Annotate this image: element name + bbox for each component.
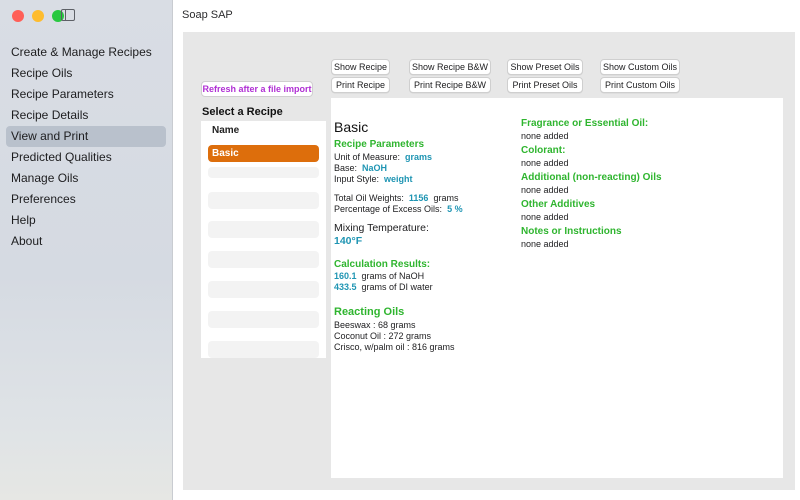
list-header-name: Name — [212, 125, 240, 136]
list-item-empty — [208, 251, 319, 268]
colorant-value: none added — [521, 158, 569, 168]
close-window-button[interactable] — [12, 10, 24, 22]
oil-line-coconut: Coconut Oil : 272 grams — [334, 331, 432, 341]
fragrance-value: none added — [521, 131, 569, 141]
sidebar-nav: Create & Manage Recipes Recipe Oils Reci… — [6, 42, 166, 252]
titlebar: Soap SAP — [173, 0, 800, 31]
list-item-basic[interactable]: Basic — [208, 145, 319, 162]
show-recipe-bw-button[interactable]: Show Recipe B&W — [409, 59, 491, 75]
select-recipe-label: Select a Recipe — [202, 106, 283, 118]
minimize-window-button[interactable] — [32, 10, 44, 22]
total-oil-line: Total Oil Weights: 1156 grams — [334, 193, 458, 203]
fragrance-heading: Fragrance or Essential Oil: — [521, 118, 649, 129]
sidebar-item-help[interactable]: Help — [6, 210, 166, 231]
input-style-value: weight — [384, 174, 413, 184]
oil-line-beeswax: Beeswax : 68 grams — [334, 320, 416, 330]
water-value: 433.5 — [334, 282, 357, 292]
sidebar: Create & Manage Recipes Recipe Oils Reci… — [0, 0, 173, 500]
additional-oils-heading: Additional (non-reacting) Oils — [521, 172, 662, 183]
notes-value: none added — [521, 239, 569, 249]
sidebar-item-recipe-details[interactable]: Recipe Details — [6, 105, 166, 126]
recipe-parameters-heading: Recipe Parameters — [334, 139, 425, 150]
sidebar-item-about[interactable]: About — [6, 231, 166, 252]
content-area: Refresh after a file import Select a Rec… — [183, 32, 795, 490]
sidebar-toggle-icon[interactable] — [61, 9, 75, 21]
window-title: Soap SAP — [182, 9, 233, 21]
list-item-empty — [208, 221, 319, 238]
other-additives-heading: Other Additives — [521, 199, 596, 210]
list-item-empty — [208, 341, 319, 358]
notes-heading: Notes or Instructions — [521, 226, 622, 237]
unit-value: grams — [405, 152, 433, 162]
recipe-title: Basic — [334, 119, 369, 135]
sidebar-item-manage-oils[interactable]: Manage Oils — [6, 168, 166, 189]
main-window: Soap SAP Refresh after a file import Sel… — [173, 0, 800, 500]
lye-line: 160.1 grams of NaOH — [334, 271, 424, 281]
print-recipe-button[interactable]: Print Recipe — [331, 77, 390, 93]
total-oil-label: Total Oil Weights: — [334, 193, 404, 203]
list-item-empty — [208, 167, 319, 178]
base-line: Base: NaOH — [334, 163, 387, 173]
show-custom-oils-button[interactable]: Show Custom Oils — [600, 59, 680, 75]
recipe-preview-panel: Basic Recipe Parameters Unit of Measure:… — [331, 98, 783, 478]
mixing-temp-value: 140°F — [334, 235, 363, 247]
mixing-temp-label: Mixing Temperature: — [334, 222, 429, 234]
total-oil-unit: grams — [433, 193, 459, 203]
refresh-button[interactable]: Refresh after a file import — [201, 81, 313, 97]
lye-text: grams of NaOH — [361, 271, 425, 281]
water-line: 433.5 grams of DI water — [334, 282, 433, 292]
colorant-heading: Colorant: — [521, 145, 566, 156]
recipe-list[interactable]: Name Basic — [201, 121, 326, 358]
excess-oil-value: 5 % — [447, 204, 463, 214]
input-style-line: Input Style: weight — [334, 174, 413, 184]
calculation-results-heading: Calculation Results: — [334, 259, 431, 270]
base-value: NaOH — [362, 163, 388, 173]
sidebar-item-view-and-print[interactable]: View and Print — [6, 126, 166, 147]
list-item-empty — [208, 281, 319, 298]
other-additives-value: none added — [521, 212, 569, 222]
lye-value: 160.1 — [334, 271, 357, 281]
unit-label: Unit of Measure: — [334, 152, 401, 162]
show-preset-oils-button[interactable]: Show Preset Oils — [507, 59, 583, 75]
sidebar-item-preferences[interactable]: Preferences — [6, 189, 166, 210]
water-text: grams of DI water — [361, 282, 433, 292]
print-custom-oils-button[interactable]: Print Custom Oils — [600, 77, 680, 93]
list-item-empty — [208, 192, 319, 209]
excess-oil-label: Percentage of Excess Oils: — [334, 204, 443, 214]
input-style-label: Input Style: — [334, 174, 380, 184]
oil-line-crisco: Crisco, w/palm oil : 816 grams — [334, 342, 455, 352]
additional-oils-value: none added — [521, 185, 569, 195]
sidebar-item-create-manage-recipes[interactable]: Create & Manage Recipes — [6, 42, 166, 63]
list-item-empty — [208, 311, 319, 328]
excess-oil-line: Percentage of Excess Oils: 5 % — [334, 204, 463, 214]
window-controls — [12, 10, 64, 22]
total-oil-value: 1156 — [408, 193, 429, 203]
reacting-oils-heading: Reacting Oils — [334, 306, 405, 318]
sidebar-item-recipe-oils[interactable]: Recipe Oils — [6, 63, 166, 84]
unit-line: Unit of Measure: grams — [334, 152, 432, 162]
base-label: Base: — [334, 163, 358, 173]
show-recipe-button[interactable]: Show Recipe — [331, 59, 390, 75]
sidebar-item-predicted-qualities[interactable]: Predicted Qualities — [6, 147, 166, 168]
print-preset-oils-button[interactable]: Print Preset Oils — [507, 77, 583, 93]
sidebar-item-recipe-parameters[interactable]: Recipe Parameters — [6, 84, 166, 105]
print-recipe-bw-button[interactable]: Print Recipe B&W — [409, 77, 491, 93]
